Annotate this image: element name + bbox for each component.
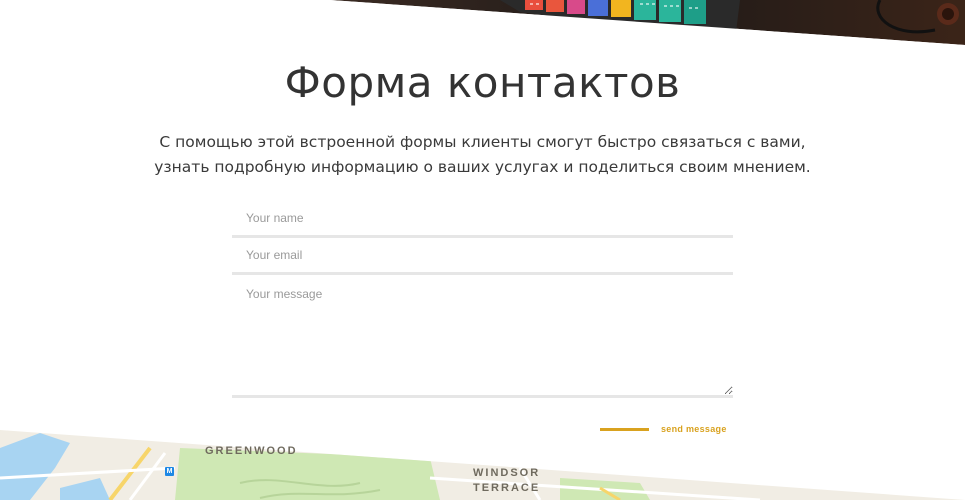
name-input[interactable]: [232, 200, 733, 238]
map-label-terrace: TERRACE: [473, 482, 541, 494]
message-textarea[interactable]: [232, 275, 733, 398]
top-banner-image: [0, 0, 965, 50]
page-description: С помощью этой встроенной формы клиенты …: [154, 133, 811, 176]
map-label-greenwood: GREENWOOD: [205, 445, 298, 457]
page-title: Форма контактов: [284, 58, 681, 107]
map-label-windsor: WINDSOR: [473, 467, 541, 479]
email-input[interactable]: [232, 238, 733, 275]
metro-icon: M: [165, 467, 174, 476]
contact-form: [232, 200, 733, 398]
contact-form-page: Форма контактов С помощью этой встроенно…: [0, 0, 965, 500]
